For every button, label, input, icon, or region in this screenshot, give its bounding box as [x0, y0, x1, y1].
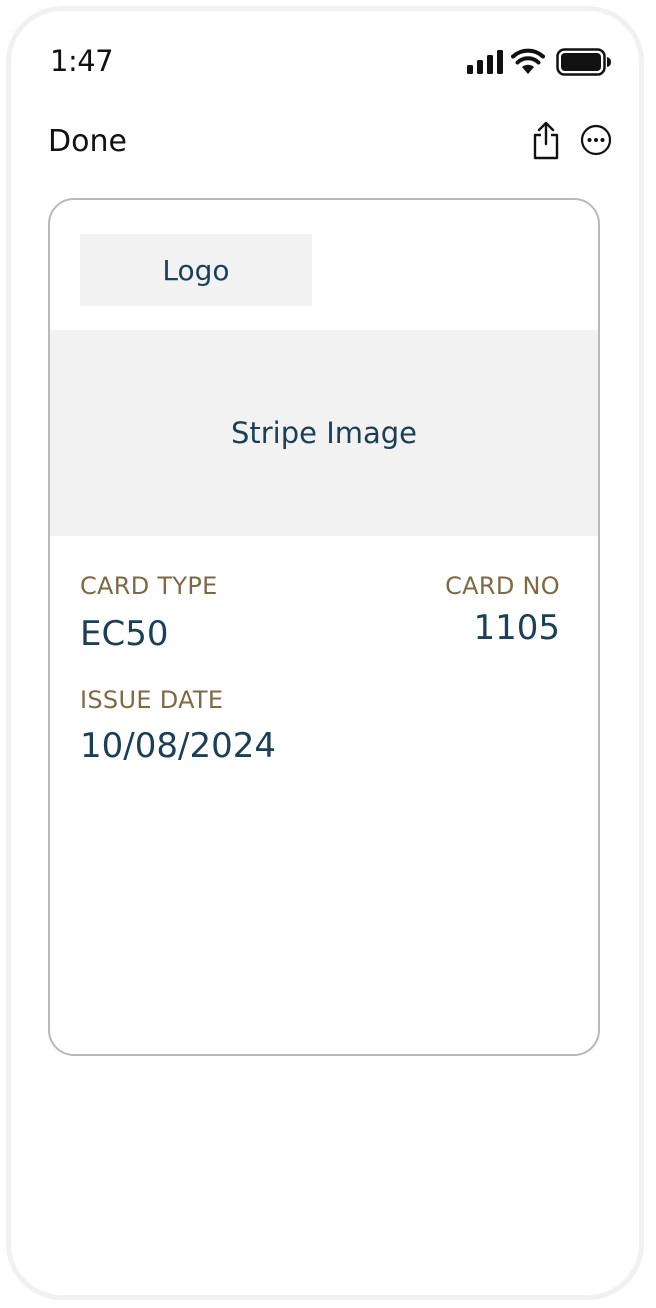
- card-type-value: EC50: [80, 614, 169, 654]
- navigation-bar: Done: [0, 110, 656, 172]
- battery-icon: [556, 48, 611, 76]
- signal-icon: [467, 50, 503, 74]
- logo-placeholder: Logo: [80, 234, 312, 306]
- issue-date-label: ISSUE DATE: [80, 686, 224, 714]
- done-button[interactable]: Done: [48, 124, 127, 159]
- issue-date-value: 10/08/2024: [80, 726, 276, 766]
- share-icon[interactable]: [530, 120, 562, 160]
- stripe-image-placeholder: Stripe Image: [50, 330, 598, 536]
- card-number-value: 1105: [473, 608, 560, 648]
- wifi-icon: [511, 48, 545, 74]
- more-icon[interactable]: [580, 124, 612, 156]
- card-number-label: CARD NO: [445, 572, 560, 600]
- card-type-label: CARD TYPE: [80, 572, 218, 600]
- status-time: 1:47: [50, 44, 114, 78]
- status-bar: 1:47: [0, 0, 656, 100]
- pass-card[interactable]: Logo Stripe Image CARD TYPE EC50 CARD NO…: [48, 198, 600, 1056]
